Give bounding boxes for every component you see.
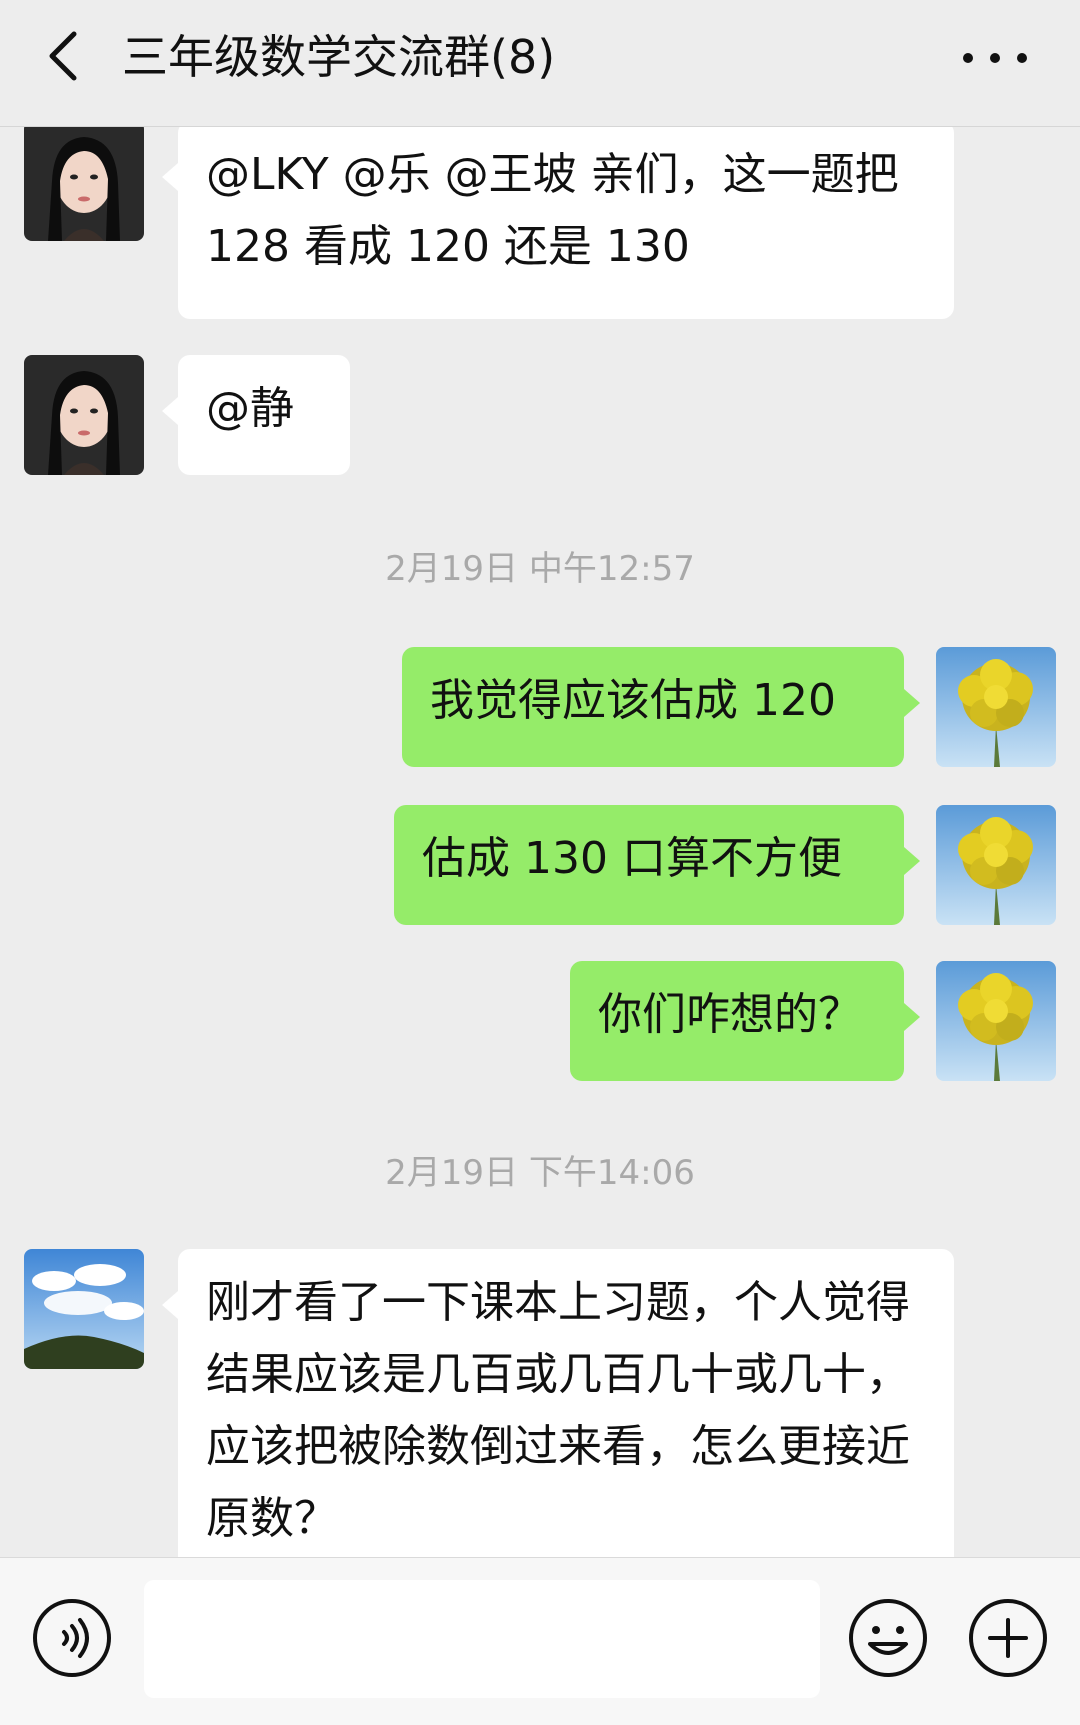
message-text: 我觉得应该估成 120: [430, 675, 836, 726]
message-bubble[interactable]: 刚才看了一下课本上习题，个人觉得结果应该是几百或几百几十或几十，应该把被除数倒过…: [162, 1249, 954, 1557]
message-bubble[interactable]: 估成 130 口算不方便: [394, 805, 920, 925]
message-text: 你们咋想的？: [598, 989, 862, 1040]
message-text: @静: [206, 383, 294, 434]
timestamp: 2月19日 中午12:57: [385, 549, 695, 589]
message-input[interactable]: [144, 1580, 820, 1698]
more-dots-icon[interactable]: [960, 40, 1030, 76]
message-bubble[interactable]: 我觉得应该估成 120: [402, 647, 920, 767]
girl-photo-avatar[interactable]: [24, 355, 144, 475]
voice-icon[interactable]: [30, 1596, 114, 1680]
chevron-left-icon[interactable]: [36, 26, 96, 86]
timestamp: 2月19日 下午14:06: [385, 1153, 695, 1193]
message-bubble[interactable]: @静: [162, 355, 350, 475]
sky-landscape-avatar[interactable]: [24, 1249, 144, 1369]
chat-header: 三年级数学交流群(8): [0, 0, 1080, 127]
message-text: 刚才看了一下课本上习题，个人觉得结果应该是几百或几百几十或几十，应该把被除数倒过…: [206, 1277, 910, 1544]
yellow-flowers-avatar[interactable]: [936, 647, 1056, 767]
message-text: @LKY @乐 @王坡 亲们，这一题把 128 看成 120 还是 130: [206, 149, 899, 272]
plus-icon[interactable]: [966, 1596, 1050, 1680]
yellow-flowers-avatar[interactable]: [936, 961, 1056, 1081]
girl-photo-avatar[interactable]: [24, 127, 144, 241]
yellow-flowers-avatar[interactable]: [936, 805, 1056, 925]
emoji-icon[interactable]: [846, 1596, 930, 1680]
chat-title: 三年级数学交流群(8): [122, 30, 556, 84]
input-bar: [0, 1557, 1080, 1725]
message-bubble[interactable]: 你们咋想的？: [570, 961, 920, 1081]
chat-message-list[interactable]: @LKY @乐 @王坡 亲们，这一题把 128 看成 120 还是 130 @静…: [0, 127, 1080, 1557]
message-bubble[interactable]: @LKY @乐 @王坡 亲们，这一题把 128 看成 120 还是 130: [162, 127, 954, 319]
message-text: 估成 130 口算不方便: [422, 833, 842, 884]
